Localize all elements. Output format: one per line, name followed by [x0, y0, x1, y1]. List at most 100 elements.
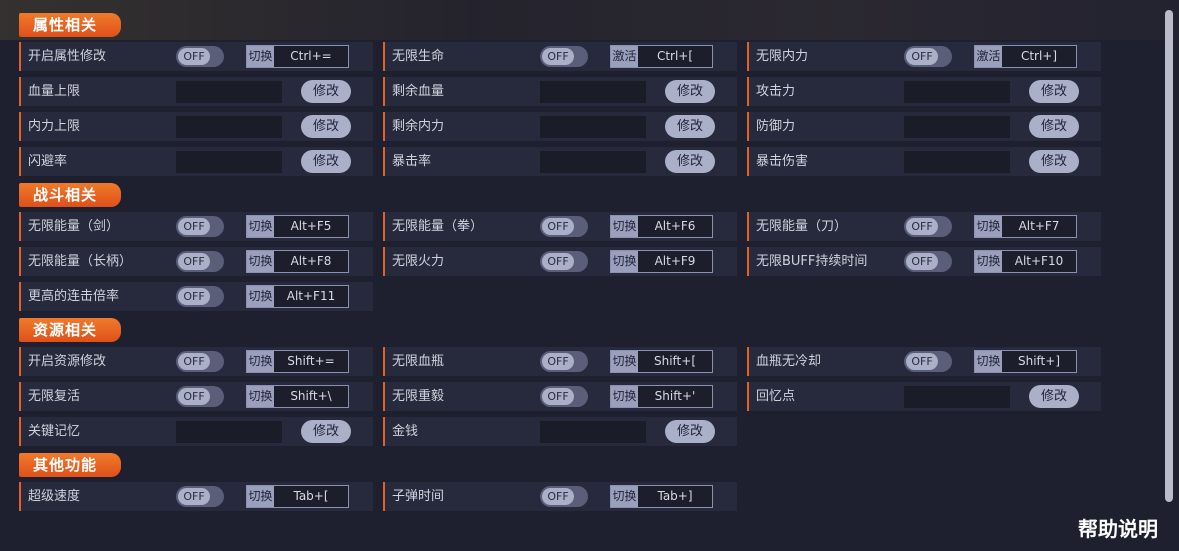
toggle-option-row: 无限火力 OFF 切换 Alt+F9: [383, 247, 737, 276]
hotkey-field[interactable]: 切换 Shift+\: [246, 385, 349, 408]
hotkey-keys: Alt+F10: [1014, 254, 1064, 268]
value-input[interactable]: [176, 151, 282, 173]
toggle-switch[interactable]: OFF: [176, 386, 224, 407]
value-option-row: 剩余血量 修改: [383, 77, 737, 106]
hotkey-mode: 切换: [247, 46, 274, 67]
toggle-switch[interactable]: OFF: [540, 486, 588, 507]
hotkey-field[interactable]: 激活 Ctrl+]: [974, 45, 1077, 68]
hotkey-field[interactable]: 切换 Shift+]: [974, 350, 1077, 373]
modify-button[interactable]: 修改: [1029, 80, 1079, 103]
value-option-row: 金钱 修改: [383, 417, 737, 446]
hotkey-keys: Ctrl+[: [656, 49, 694, 63]
toggle-switch[interactable]: OFF: [176, 251, 224, 272]
help-button[interactable]: 帮助说明: [1078, 513, 1158, 542]
hotkey-field[interactable]: 切换 Alt+F10: [974, 250, 1077, 273]
value-input[interactable]: [904, 151, 1010, 173]
hotkey-keys: Shift+[: [653, 354, 696, 368]
toggle-switch[interactable]: OFF: [176, 351, 224, 372]
hotkey-field[interactable]: 激活 Ctrl+[: [610, 45, 713, 68]
toggle-switch[interactable]: OFF: [540, 46, 588, 67]
hotkey-keys: Shift+': [654, 389, 696, 403]
hotkey-field[interactable]: 切换 Alt+F9: [610, 250, 713, 273]
option-label: 防御力: [756, 119, 796, 134]
value-input[interactable]: [904, 81, 1010, 103]
option-label: 无限复活: [28, 389, 81, 404]
option-label: 剩余血量: [392, 84, 445, 99]
toggle-state: OFF: [178, 388, 210, 405]
toggle-switch[interactable]: OFF: [540, 386, 588, 407]
toggle-switch[interactable]: OFF: [176, 286, 224, 307]
toggle-state: OFF: [178, 218, 210, 235]
value-option-row: 防御力 修改: [747, 112, 1101, 141]
value-input[interactable]: [540, 421, 646, 443]
hotkey-keys: Tab+[: [293, 489, 329, 503]
hotkey-keys: Alt+F9: [654, 254, 696, 268]
option-label: 闪避率: [28, 154, 68, 169]
hotkey-field[interactable]: 切换 Tab+[: [246, 485, 349, 508]
toggle-option-row: 无限能量（拳） OFF 切换 Alt+F6: [383, 212, 737, 241]
toggle-switch[interactable]: OFF: [904, 251, 952, 272]
hotkey-keys: Alt+F5: [290, 219, 332, 233]
value-input[interactable]: [540, 116, 646, 138]
option-label: 无限火力: [392, 254, 445, 269]
toggle-switch[interactable]: OFF: [540, 351, 588, 372]
hotkey-field[interactable]: 切换 Shift+[: [610, 350, 713, 373]
option-label: 剩余内力: [392, 119, 445, 134]
hotkey-mode: 切换: [247, 216, 274, 237]
modify-button[interactable]: 修改: [301, 80, 351, 103]
modify-button[interactable]: 修改: [1029, 385, 1079, 408]
toggle-state: OFF: [178, 48, 210, 65]
toggle-switch[interactable]: OFF: [176, 216, 224, 237]
hotkey-field[interactable]: 切换 Shift+=: [246, 350, 349, 373]
modify-button[interactable]: 修改: [301, 420, 351, 443]
value-input[interactable]: [904, 116, 1010, 138]
value-input[interactable]: [904, 386, 1010, 408]
option-label: 无限内力: [756, 49, 809, 64]
hotkey-mode: 切换: [611, 216, 638, 237]
hotkey-mode: 切换: [611, 386, 638, 407]
modify-button[interactable]: 修改: [665, 420, 715, 443]
value-input[interactable]: [176, 81, 282, 103]
toggle-switch[interactable]: OFF: [540, 251, 588, 272]
value-input[interactable]: [540, 151, 646, 173]
hotkey-keys: Shift+=: [287, 354, 335, 368]
modify-button[interactable]: 修改: [301, 150, 351, 173]
modify-button[interactable]: 修改: [665, 115, 715, 138]
value-option-row: 闪避率 修改: [19, 147, 373, 176]
hotkey-field[interactable]: 切换 Alt+F8: [246, 250, 349, 273]
option-label: 无限能量（剑）: [28, 219, 120, 234]
option-label: 开启资源修改: [28, 354, 107, 369]
toggle-option-row: 无限能量（剑） OFF 切换 Alt+F5: [19, 212, 373, 241]
modify-button[interactable]: 修改: [1029, 150, 1079, 173]
scrollbar[interactable]: [1165, 10, 1173, 502]
option-label: 血瓶无冷却: [756, 354, 822, 369]
toggle-switch[interactable]: OFF: [176, 46, 224, 67]
toggle-switch[interactable]: OFF: [904, 351, 952, 372]
toggle-switch[interactable]: OFF: [904, 216, 952, 237]
value-input[interactable]: [540, 81, 646, 103]
hotkey-field[interactable]: 切换 Alt+F6: [610, 215, 713, 238]
hotkey-field[interactable]: 切换 Tab+]: [610, 485, 713, 508]
modify-button[interactable]: 修改: [1029, 115, 1079, 138]
modify-button[interactable]: 修改: [665, 80, 715, 103]
value-input[interactable]: [176, 421, 282, 443]
hotkey-field[interactable]: 切换 Alt+F5: [246, 215, 349, 238]
toggle-state: OFF: [906, 353, 938, 370]
toggle-switch[interactable]: OFF: [904, 46, 952, 67]
hotkey-keys: Tab+]: [657, 489, 693, 503]
hotkey-field[interactable]: 切换 Shift+': [610, 385, 713, 408]
toggle-state: OFF: [906, 48, 938, 65]
section-title: 属性相关: [19, 13, 121, 37]
hotkey-field[interactable]: 切换 Alt+F11: [246, 285, 349, 308]
toggle-switch[interactable]: OFF: [176, 486, 224, 507]
value-input[interactable]: [176, 116, 282, 138]
hotkey-field[interactable]: 切换 Ctrl+=: [246, 45, 349, 68]
modify-button[interactable]: 修改: [665, 150, 715, 173]
modify-button[interactable]: 修改: [301, 115, 351, 138]
section-title: 其他功能: [19, 453, 121, 477]
hotkey-field[interactable]: 切换 Alt+F7: [974, 215, 1077, 238]
hotkey-keys: Alt+F11: [286, 289, 336, 303]
hotkey-keys: Shift+]: [1017, 354, 1060, 368]
toggle-switch[interactable]: OFF: [540, 216, 588, 237]
toggle-state: OFF: [542, 488, 574, 505]
